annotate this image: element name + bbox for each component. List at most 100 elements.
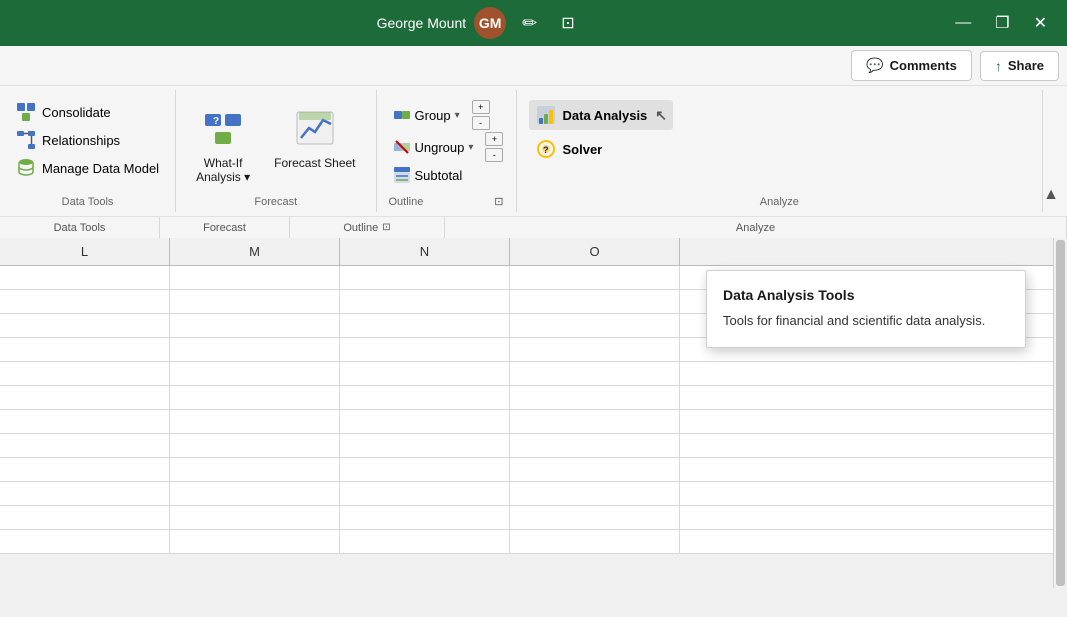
cell[interactable]	[170, 506, 340, 529]
cell[interactable]	[680, 530, 1067, 553]
cell[interactable]	[170, 314, 340, 337]
cell[interactable]	[340, 410, 510, 433]
cell[interactable]	[510, 290, 680, 313]
solver-button[interactable]: ? Solver	[529, 134, 609, 164]
cell[interactable]	[0, 530, 170, 553]
comments-button[interactable]: 💬 Comments	[851, 50, 972, 81]
cell[interactable]	[170, 458, 340, 481]
what-if-analysis-button[interactable]: ? What-IfAnalysis ▾	[188, 100, 258, 189]
cell[interactable]	[170, 434, 340, 457]
forecast-sheet-button[interactable]: Forecast Sheet	[266, 100, 363, 174]
cell[interactable]	[0, 362, 170, 385]
subtotal-button[interactable]: Subtotal	[389, 164, 467, 186]
outline-row-down[interactable]: -	[485, 148, 503, 162]
cell[interactable]	[340, 530, 510, 553]
cell[interactable]	[510, 530, 680, 553]
cell[interactable]	[680, 386, 1067, 409]
table-row	[0, 434, 1067, 458]
cell[interactable]	[680, 506, 1067, 529]
outline-level-up[interactable]: +	[472, 100, 490, 114]
cell[interactable]	[340, 290, 510, 313]
cell[interactable]	[510, 266, 680, 289]
cell[interactable]	[340, 314, 510, 337]
cell[interactable]	[0, 314, 170, 337]
data-tools-content: Consolidate Relationships	[12, 94, 163, 194]
col-header-n: N	[340, 238, 510, 265]
cell[interactable]	[340, 266, 510, 289]
ungroup-row: Ungroup ▾ + -	[389, 132, 504, 162]
cell[interactable]	[170, 290, 340, 313]
cell[interactable]	[0, 458, 170, 481]
table-row	[0, 362, 1067, 386]
cell[interactable]	[510, 410, 680, 433]
cell[interactable]	[680, 410, 1067, 433]
restore-window-button[interactable]: ⊡	[553, 9, 582, 37]
analyze-group: Data Analysis ↖ ? Solver Analyze	[517, 90, 1044, 212]
cell[interactable]	[510, 482, 680, 505]
scroll-thumb[interactable]	[1056, 240, 1065, 586]
cell[interactable]	[170, 362, 340, 385]
cell[interactable]	[0, 410, 170, 433]
cell[interactable]	[340, 482, 510, 505]
cell[interactable]	[340, 506, 510, 529]
cell[interactable]	[0, 386, 170, 409]
analyze-section-label: Analyze	[445, 217, 1067, 238]
outline-row-controls: + -	[485, 132, 503, 162]
table-row	[0, 506, 1067, 530]
cell[interactable]	[0, 482, 170, 505]
cell[interactable]	[0, 506, 170, 529]
cell[interactable]	[510, 506, 680, 529]
manage-data-model-button[interactable]: Manage Data Model	[12, 156, 163, 180]
cell[interactable]	[340, 362, 510, 385]
cell[interactable]	[0, 290, 170, 313]
minimize-button[interactable]: —	[947, 10, 979, 36]
cell[interactable]	[170, 410, 340, 433]
vertical-scrollbar[interactable]	[1053, 238, 1067, 588]
cell[interactable]	[510, 314, 680, 337]
cell[interactable]	[680, 482, 1067, 505]
outline-content: Group ▾ + -	[389, 94, 504, 194]
relationships-button[interactable]: Relationships	[12, 128, 124, 152]
col-header-o: O	[510, 238, 680, 265]
ungroup-button[interactable]: Ungroup ▾	[389, 136, 478, 158]
cell[interactable]	[170, 266, 340, 289]
cell[interactable]	[680, 434, 1067, 457]
cell[interactable]	[680, 458, 1067, 481]
cell[interactable]	[0, 266, 170, 289]
cell[interactable]	[170, 386, 340, 409]
table-row	[0, 530, 1067, 554]
data-analysis-tooltip: Data Analysis Tools Tools for financial …	[706, 270, 1026, 348]
consolidate-button[interactable]: Consolidate	[12, 100, 115, 124]
manage-data-model-label: Manage Data Model	[42, 161, 159, 176]
cell[interactable]	[340, 386, 510, 409]
forecast-sheet-icon	[291, 104, 339, 152]
cell[interactable]	[340, 338, 510, 361]
cell[interactable]	[340, 458, 510, 481]
close-button[interactable]: ✕	[1026, 9, 1055, 37]
cell[interactable]	[170, 338, 340, 361]
cell[interactable]	[510, 338, 680, 361]
title-bar-right: — ❐ ✕	[947, 9, 1055, 37]
cell[interactable]	[510, 362, 680, 385]
share-button[interactable]: ↑ Share	[980, 51, 1059, 81]
analyze-label: Analyze	[760, 194, 799, 212]
outline-dialog-launcher[interactable]: ⊡	[494, 195, 503, 208]
cell[interactable]	[170, 530, 340, 553]
cell[interactable]	[170, 482, 340, 505]
cell[interactable]	[0, 338, 170, 361]
draw-button[interactable]: ✏	[514, 9, 545, 38]
cell[interactable]	[510, 386, 680, 409]
outline-row-up[interactable]: +	[485, 132, 503, 146]
cell[interactable]	[680, 362, 1067, 385]
cell[interactable]	[510, 434, 680, 457]
ribbon-collapse-button[interactable]: ▲	[1043, 90, 1067, 212]
cell[interactable]	[340, 434, 510, 457]
data-analysis-button[interactable]: Data Analysis ↖	[529, 100, 674, 130]
subtotal-icon	[393, 166, 411, 184]
group-button[interactable]: Group ▾	[389, 104, 464, 126]
maximize-button[interactable]: ❐	[987, 9, 1017, 37]
cell[interactable]	[510, 458, 680, 481]
cell[interactable]	[0, 434, 170, 457]
ungroup-dropdown-arrow: ▾	[468, 142, 473, 153]
outline-level-down[interactable]: -	[472, 116, 490, 130]
